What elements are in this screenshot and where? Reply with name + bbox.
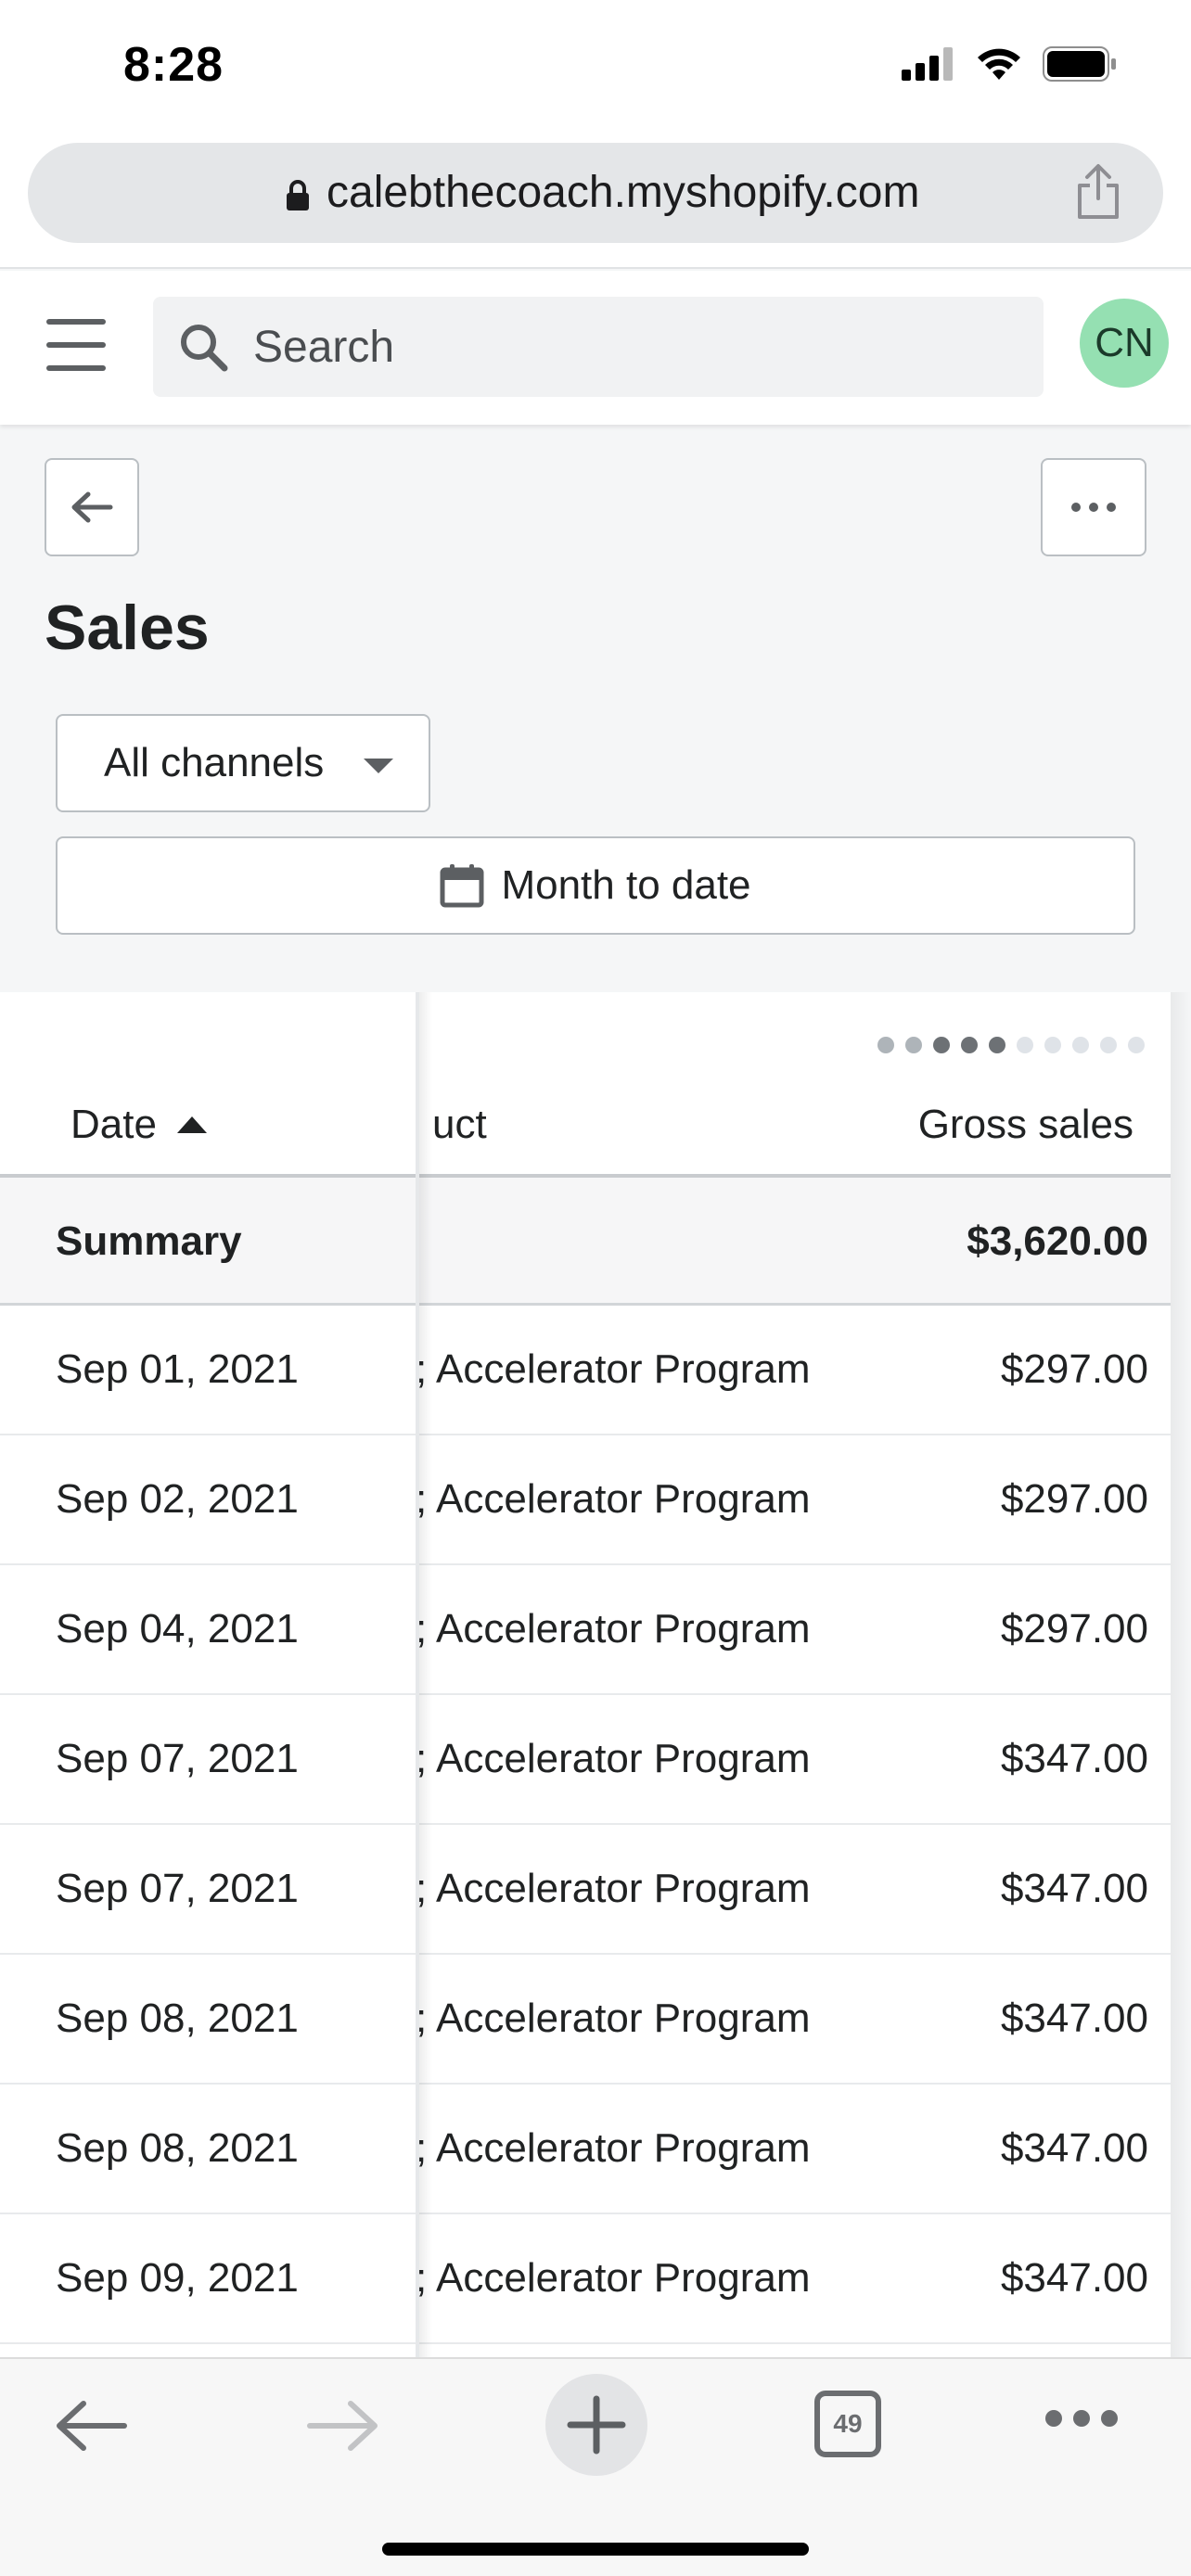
cell-product: ; Accelerator Program [416, 1476, 811, 1522]
lock-icon [287, 180, 309, 210]
summary-row: Summary $3,620.00 [0, 1178, 1171, 1306]
scroll-edge-shadow [1171, 992, 1191, 2357]
share-icon[interactable] [1074, 163, 1122, 221]
column-header-date[interactable]: Date [70, 1102, 207, 1148]
cell-gross-sales: $347.00 [1000, 2255, 1148, 2301]
summary-gross-sales: $3,620.00 [967, 1218, 1148, 1264]
pagination-dot [1017, 1037, 1033, 1053]
browser-toolbar: 49 [0, 2357, 1191, 2576]
status-bar: 8:28 [0, 0, 1191, 139]
browser-address-bar: calebthecoach.myshopify.com [0, 130, 1191, 269]
cell-product: ; Accelerator Program [416, 1736, 811, 1781]
pagination-dot [1128, 1037, 1145, 1053]
date-range-button[interactable]: Month to date [56, 836, 1135, 935]
home-indicator [382, 2543, 809, 2556]
browser-forward-icon[interactable] [306, 2396, 380, 2455]
sales-report-table: Date uct Gross sales Summary $3,620.00 S… [0, 992, 1171, 2357]
page-title: Sales [45, 593, 210, 663]
app-header: CN [0, 271, 1191, 425]
column-pagination-dots[interactable] [877, 1037, 1145, 1053]
cell-gross-sales: $347.00 [1000, 1996, 1148, 2041]
tab-switcher-button[interactable]: 49 [814, 2391, 881, 2457]
more-actions-button[interactable] [1041, 458, 1146, 556]
table-row[interactable]: Sep 08, 2021 ; Accelerator Program $347.… [0, 1955, 1171, 2085]
cell-product: ; Accelerator Program [416, 2125, 811, 2171]
cell-date: Sep 09, 2021 [56, 2255, 299, 2301]
table-row[interactable]: Sep 09, 2021 ; Accelerator Program $347.… [0, 2214, 1171, 2344]
url-text: calebthecoach.myshopify.com [327, 168, 920, 217]
summary-label: Summary [56, 1218, 242, 1264]
plus-icon [567, 2395, 626, 2455]
cell-date: Sep 01, 2021 [56, 1346, 299, 1392]
pagination-dot [905, 1037, 922, 1053]
battery-icon [1043, 46, 1116, 82]
cell-gross-sales: $347.00 [1000, 2125, 1148, 2171]
pagination-dot [1072, 1037, 1089, 1053]
table-body: Sep 01, 2021 ; Accelerator Program $297.… [0, 1306, 1171, 2344]
column-header-date-label: Date [70, 1102, 157, 1147]
caret-down-icon [364, 759, 393, 773]
table-row[interactable]: Sep 07, 2021 ; Accelerator Program $347.… [0, 1825, 1171, 1955]
back-button[interactable] [45, 458, 139, 556]
pagination-dot [933, 1037, 950, 1053]
table-row[interactable]: Sep 02, 2021 ; Accelerator Program $297.… [0, 1435, 1171, 1565]
cell-gross-sales: $297.00 [1000, 1346, 1148, 1392]
cell-date: Sep 02, 2021 [56, 1476, 299, 1522]
url-field[interactable]: calebthecoach.myshopify.com [28, 143, 1163, 243]
column-header-gross-sales[interactable]: Gross sales [918, 1102, 1133, 1148]
arrow-left-icon [71, 491, 113, 523]
column-header-product[interactable]: uct [432, 1102, 487, 1148]
ellipsis-icon [1071, 503, 1116, 512]
cell-product: ; Accelerator Program [416, 1866, 811, 1911]
hamburger-icon[interactable] [46, 319, 106, 371]
pagination-dot [1044, 1037, 1061, 1053]
cell-date: Sep 08, 2021 [56, 2125, 299, 2171]
pagination-dot [1100, 1037, 1117, 1053]
channel-filter-select[interactable]: All channels [56, 714, 430, 812]
pagination-dot [989, 1037, 1005, 1053]
cell-gross-sales: $297.00 [1000, 1606, 1148, 1651]
calendar-icon [440, 864, 484, 908]
table-row[interactable]: Sep 07, 2021 ; Accelerator Program $347.… [0, 1695, 1171, 1825]
cell-gross-sales: $297.00 [1000, 1476, 1148, 1522]
browser-menu-icon[interactable] [1044, 2407, 1119, 2429]
status-time: 8:28 [123, 38, 224, 92]
search-icon [181, 325, 228, 372]
new-tab-button[interactable] [545, 2374, 647, 2476]
wifi-icon [978, 48, 1020, 80]
cell-product: ; Accelerator Program [416, 1346, 811, 1392]
cell-product: ; Accelerator Program [416, 1996, 811, 2041]
table-row[interactable]: Sep 04, 2021 ; Accelerator Program $297.… [0, 1565, 1171, 1695]
search-input[interactable] [251, 297, 1012, 397]
pagination-dot [961, 1037, 978, 1053]
frozen-column-header-bg [0, 992, 419, 1178]
date-range-label: Month to date [501, 862, 751, 908]
channel-filter-label: All channels [104, 740, 325, 785]
cell-date: Sep 07, 2021 [56, 1866, 299, 1911]
cell-date: Sep 04, 2021 [56, 1606, 299, 1651]
search-box[interactable] [153, 297, 1044, 397]
cell-date: Sep 08, 2021 [56, 1996, 299, 2041]
sort-ascending-icon [176, 1116, 207, 1133]
pagination-dot [877, 1037, 894, 1053]
status-icons [902, 46, 1117, 82]
avatar[interactable]: CN [1080, 299, 1169, 388]
table-row[interactable]: Sep 08, 2021 ; Accelerator Program $347.… [0, 2085, 1171, 2214]
cell-product: ; Accelerator Program [416, 2255, 811, 2301]
cell-gross-sales: $347.00 [1000, 1866, 1148, 1911]
table-row[interactable]: Sep 01, 2021 ; Accelerator Program $297.… [0, 1306, 1171, 1435]
cell-gross-sales: $347.00 [1000, 1736, 1148, 1781]
browser-back-icon[interactable] [54, 2396, 128, 2455]
cell-product: ; Accelerator Program [416, 1606, 811, 1651]
cell-date: Sep 07, 2021 [56, 1736, 299, 1781]
signal-icon [902, 47, 953, 81]
